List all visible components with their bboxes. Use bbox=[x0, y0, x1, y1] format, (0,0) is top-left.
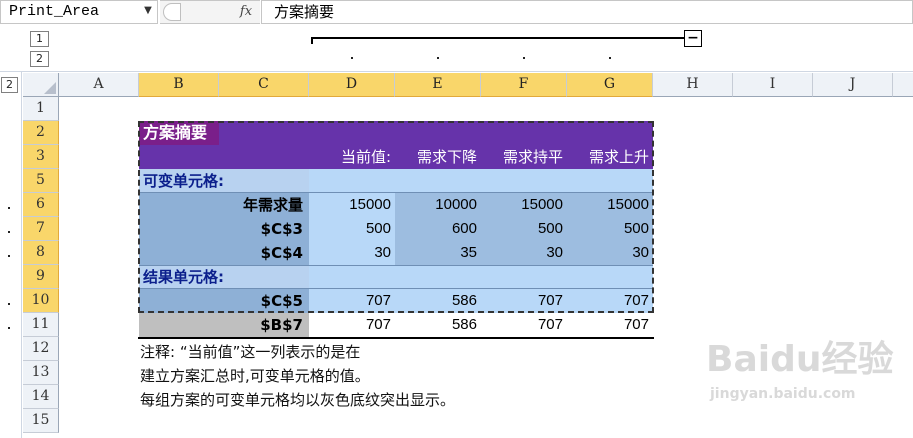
row-header-7[interactable]: 7 bbox=[23, 217, 59, 241]
result-label-b7[interactable]: $B$7 bbox=[139, 313, 309, 337]
cell-e11[interactable]: 586 bbox=[395, 313, 481, 337]
note-line-1[interactable]: 注释: “当前值”这一列表示的是在 bbox=[140, 340, 740, 364]
outline-group-bar bbox=[311, 37, 685, 39]
column-header-h[interactable]: H bbox=[653, 73, 733, 97]
outline-dot bbox=[8, 207, 10, 209]
row-header-10[interactable]: 10 bbox=[23, 289, 59, 313]
outline-dot bbox=[8, 327, 10, 329]
outline-group-tick bbox=[311, 37, 313, 44]
row-header-11[interactable]: 11 bbox=[23, 313, 59, 337]
column-header-e[interactable]: E bbox=[395, 73, 481, 97]
baidu-watermark: Baidu经验 jingyan.baidu.com bbox=[700, 340, 900, 430]
outline-dot bbox=[8, 255, 10, 257]
column-header-d[interactable]: D bbox=[309, 73, 395, 97]
outline-dot bbox=[8, 303, 10, 305]
column-header-c[interactable]: C bbox=[219, 73, 309, 97]
column-header-j[interactable]: J bbox=[813, 73, 893, 97]
column-header-a[interactable]: A bbox=[59, 73, 139, 97]
outline-dot bbox=[351, 57, 353, 59]
cell-g11[interactable]: 707 bbox=[567, 313, 653, 337]
row-header-8[interactable]: 8 bbox=[23, 241, 59, 265]
column-outline-area bbox=[0, 25, 913, 72]
outline-dot bbox=[437, 57, 439, 59]
watermark-main-text: Baidu经验 bbox=[706, 339, 894, 380]
row-header-14[interactable]: 14 bbox=[23, 385, 59, 409]
column-header-f[interactable]: F bbox=[481, 73, 567, 97]
row-header-9[interactable]: 9 bbox=[23, 265, 59, 289]
column-header-g[interactable]: G bbox=[567, 73, 653, 97]
select-all-triangle-icon bbox=[44, 82, 56, 94]
cell-d11[interactable]: 707 bbox=[309, 313, 395, 337]
outline-level-2-button[interactable]: 2 bbox=[30, 51, 49, 67]
watermark-sub-text: jingyan.baidu.com bbox=[710, 386, 856, 402]
row-header-5[interactable]: 5 bbox=[23, 169, 59, 193]
name-box[interactable]: Print_Area bbox=[0, 0, 158, 24]
collapse-group-button[interactable]: − bbox=[684, 30, 702, 47]
column-header-i[interactable]: I bbox=[733, 73, 813, 97]
row-outline-area bbox=[0, 72, 22, 438]
row-header-3[interactable]: 3 bbox=[23, 145, 59, 169]
formula-bar-expand-knob[interactable] bbox=[163, 3, 181, 21]
row-header-6[interactable]: 6 bbox=[23, 193, 59, 217]
cell-f11[interactable]: 707 bbox=[481, 313, 567, 337]
outline-dot bbox=[523, 57, 525, 59]
insert-function-icon[interactable]: fx bbox=[235, 2, 257, 22]
note-line-3[interactable]: 每组方案的可变单元格均以灰色底纹突出显示。 bbox=[140, 388, 740, 412]
row-header-12[interactable]: 12 bbox=[23, 337, 59, 361]
note-line-2[interactable]: 建立方案汇总时,可变单元格的值。 bbox=[140, 364, 740, 388]
row-header-15[interactable]: 15 bbox=[23, 409, 59, 433]
row-header-13[interactable]: 13 bbox=[23, 361, 59, 385]
outline-dot bbox=[8, 231, 10, 233]
formula-input[interactable]: 方案摘要 bbox=[261, 0, 913, 24]
row-header-1[interactable]: 1 bbox=[23, 97, 59, 121]
print-area-selection-marquee bbox=[138, 121, 654, 313]
outline-level-1-button[interactable]: 1 bbox=[30, 31, 49, 47]
row-header-2[interactable]: 2 bbox=[23, 121, 59, 145]
row-outline-level-2-button[interactable]: 2 bbox=[1, 77, 18, 93]
column-header-k[interactable] bbox=[893, 73, 913, 97]
table-bottom-border bbox=[138, 337, 654, 339]
name-box-dropdown-icon[interactable]: ▼ bbox=[141, 4, 155, 18]
outline-dot bbox=[609, 57, 611, 59]
column-header-b[interactable]: B bbox=[139, 73, 219, 97]
